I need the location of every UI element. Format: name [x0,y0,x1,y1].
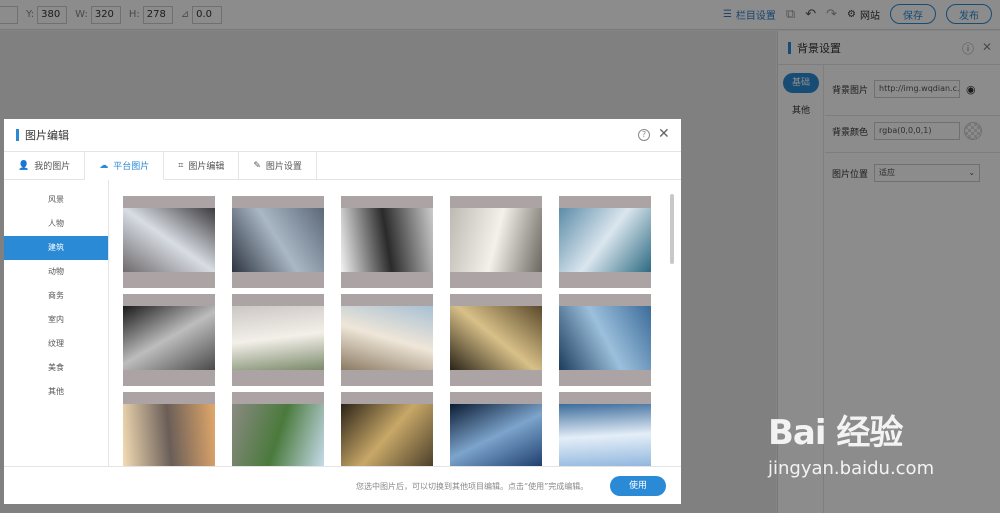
dialog-header: 图片编辑 [4,119,681,152]
grid-scrollbar[interactable] [670,194,674,264]
thumbnail-image [123,404,215,466]
close-icon[interactable]: ✕ [658,126,670,142]
user-icon: 👤 [18,160,30,171]
thumbnail-image [559,208,651,272]
tab-my-images[interactable]: 👤 我的图片 [4,152,86,179]
thumbnail-image [559,306,651,370]
thumbnail-glass-facade[interactable] [232,196,324,288]
dialog-tabs: 👤 我的图片 ☁ 平台图片 ⌗ 图片编辑 ✎ 图片设置 [4,152,681,180]
category-item[interactable]: 人物 [4,212,108,236]
image-grid [123,196,663,466]
baidu-watermark: Bai 经验 jingyan.baidu.com [768,405,934,479]
pencil-icon: ✎ [253,160,261,171]
thumbnail-image [232,208,324,272]
dialog-footer: 您选中图片后，可以切换到其他项目编辑。点击“使用”完成编辑。 使用 [4,466,681,504]
category-item[interactable]: 动物 [4,260,108,284]
thumbnail-chandelier[interactable] [450,294,542,386]
thumbnail-image [232,306,324,370]
thumbnail-image [341,404,433,466]
thumbnail-observatory-night[interactable] [450,392,542,466]
cloud-icon: ☁ [99,160,109,171]
category-item[interactable]: 美食 [4,356,108,380]
category-item[interactable]: 室内 [4,308,108,332]
thumbnail-image [123,208,215,272]
category-list: 风景 人物 建筑 动物 商务 室内 纹理 美食 其他 [4,180,109,466]
thumbnail-image [341,208,433,272]
dialog-title: 图片编辑 [25,129,69,142]
tab-platform-images[interactable]: ☁ 平台图片 [85,152,165,180]
thumbnail-grand-hall[interactable] [341,392,433,466]
tab-image-edit[interactable]: ⌗ 图片编辑 [164,152,240,179]
thumbnail-church-interior[interactable] [450,196,542,288]
footer-hint: 您选中图片后，可以切换到其他项目编辑。点击“使用”完成编辑。 [356,482,589,491]
thumbnail-city-sunset[interactable] [123,392,215,466]
category-item[interactable]: 风景 [4,188,108,212]
thumbnail-glass-tower[interactable] [559,392,651,466]
editor-app: Y: 380 W: 320 H: 278 ⊿ 0.0 ☰ 栏目设置 ⧉ ↶ ↷ … [0,0,1000,513]
thumbnail-taj-mahal-pool[interactable] [232,294,324,386]
thumbnail-image [232,404,324,466]
thumbnail-skyscrapers[interactable] [559,294,651,386]
thumbnail-image [559,404,651,466]
thumbnail-image [450,306,542,370]
crop-icon: ⌗ [178,160,184,171]
image-edit-dialog: 图片编辑 ? ✕ 👤 我的图片 ☁ 平台图片 ⌗ 图片编辑 ✎ 图片设置 风景 … [4,119,681,504]
help-icon[interactable]: ? [638,129,650,141]
tab-image-settings[interactable]: ✎ 图片设置 [239,152,317,179]
category-item[interactable]: 其他 [4,380,108,404]
thumbnail-abstract-curves[interactable] [123,294,215,386]
thumbnail-skylight-courtyard[interactable] [123,196,215,288]
thumbnail-futuristic-building[interactable] [559,196,651,288]
category-item-active[interactable]: 建筑 [4,236,108,260]
thumbnail-image [341,306,433,370]
thumbnail-image [450,208,542,272]
watermark-url: jingyan.baidu.com [768,458,935,479]
category-item[interactable]: 纹理 [4,332,108,356]
thumbnail-image [450,404,542,466]
thumbnail-great-wall[interactable] [232,392,324,466]
watermark-logo: Bai 经验 [768,413,903,453]
category-item[interactable]: 商务 [4,284,108,308]
use-button[interactable]: 使用 [610,476,666,496]
thumbnail-white-structure[interactable] [341,196,433,288]
thumbnail-taj-mahal-dome[interactable] [341,294,433,386]
thumbnail-image [123,306,215,370]
